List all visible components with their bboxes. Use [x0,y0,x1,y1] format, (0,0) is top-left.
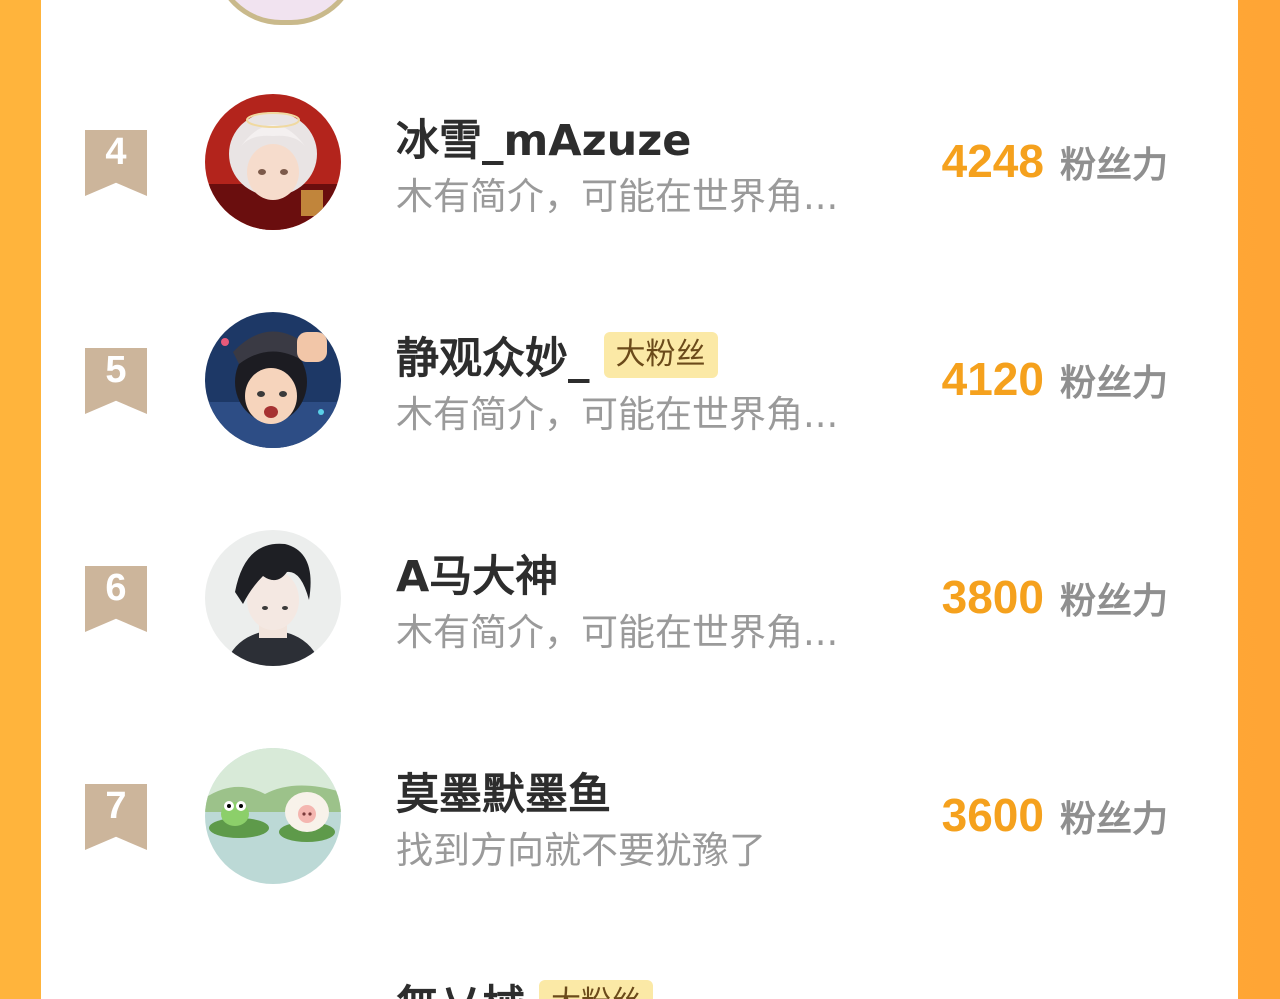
fan-score-value: 3600 [941,789,1044,841]
avatar[interactable] [205,94,341,230]
white-hair-boy-avatar-icon [205,94,341,230]
fan-ranking-panel: 4 冰雪_mAzuze 木有简介，可能在世界角... 4248 粉丝力 5 静观… [41,0,1238,999]
rank-badge: 5 [85,348,147,414]
frog-pig-scene-avatar-icon [205,748,341,884]
name-line: 静观众妙_ 大粉丝 [396,324,718,386]
fan-score-value: 4248 [941,135,1044,187]
rank-badge: 7 [85,784,147,850]
fan-score-unit: 粉丝力 [1059,363,1168,404]
fan-score-value: 3800 [941,571,1044,623]
fan-score: 3600 粉丝力 [942,788,1168,842]
user-bio: 木有简介，可能在世界角... [396,611,839,654]
rank-row[interactable]: 7 莫墨默墨鱼 找到方向就不要犹豫了 3600 粉丝力 [41,708,1238,926]
cap-boy-avatar-icon [205,312,341,448]
user-name[interactable]: A马大神 [396,542,558,604]
user-bio: 找到方向就不要犹豫了 [396,829,766,872]
user-name[interactable]: 冰雪_mAzuze [396,106,691,168]
user-bio: 木有简介，可能在世界角... [396,175,839,218]
name-line: A马大神 [396,542,558,604]
rank-badge: 6 [85,566,147,632]
user-name[interactable]: 静观众妙_ [396,324,590,386]
fan-score-unit: 粉丝力 [1059,581,1168,622]
rank-row[interactable]: 6 A马大神 木有简介，可能在世界角... 3800 粉丝力 [41,490,1238,708]
name-line: 莫墨默墨鱼 [396,760,611,822]
next-row-partial[interactable]: 無乂械 大粉丝 [396,972,653,999]
user-name[interactable]: 莫墨默墨鱼 [396,760,611,822]
name-line: 冰雪_mAzuze [396,106,691,168]
fan-score-unit: 粉丝力 [1059,145,1168,186]
user-name[interactable]: 無乂械 [396,972,525,999]
user-bio: 木有简介，可能在世界角... [396,393,839,436]
fan-score: 4120 粉丝力 [942,352,1168,406]
dark-hair-boy-avatar-icon [205,530,341,666]
fan-score: 3800 粉丝力 [942,570,1168,624]
avatar[interactable] [205,312,341,448]
fan-score-unit: 粉丝力 [1059,799,1168,840]
rank-row[interactable]: 4 冰雪_mAzuze 木有简介，可能在世界角... 4248 粉丝力 [41,54,1238,272]
big-fan-tag: 大粉丝 [603,332,718,378]
avatar[interactable] [205,530,341,666]
big-fan-tag: 大粉丝 [539,980,653,999]
avatar[interactable] [205,748,341,884]
rank-badge: 4 [85,130,147,196]
previous-avatar-partial[interactable] [213,0,359,25]
fan-score-value: 4120 [941,353,1044,405]
rank-row[interactable]: 5 静观众妙_ 大粉丝 木有简介，可能在世界角... 4120 粉丝力 [41,272,1238,490]
fan-score: 4248 粉丝力 [942,134,1168,188]
